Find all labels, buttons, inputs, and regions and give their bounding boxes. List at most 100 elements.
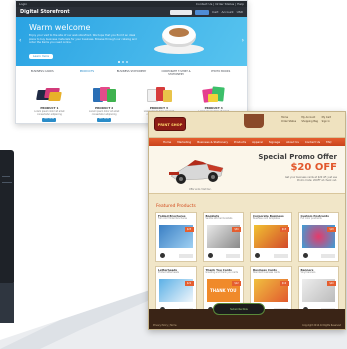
header-link[interactable]: Home [281, 116, 300, 119]
nav-link-currency[interactable]: USD [237, 10, 243, 14]
newsletter-label: Subscribe Now [230, 308, 248, 311]
details-button[interactable] [273, 254, 288, 258]
side-device-line [2, 176, 10, 177]
tab-products[interactable]: PRODUCTS [69, 70, 105, 76]
menu-item[interactable]: Marketing [177, 140, 191, 144]
shop-header: PRINT SHOP Home My Account My Cart Order… [149, 112, 345, 138]
card-desc: Saddle stitched booklets [205, 217, 233, 220]
storefront-screen: Login Contact Us | Order Status | Help D… [15, 0, 248, 124]
print-shop-screen: PRINT SHOP Home My Account My Cart Order… [148, 111, 346, 330]
buy-now-button[interactable]: BUY NOW [97, 118, 112, 122]
promo-text: Get your business cards at $20 off, just… [284, 176, 337, 182]
card-desc: Full color postcards [300, 217, 322, 220]
newsletter-button[interactable]: Subscribe Now [213, 303, 265, 315]
card-price: $30 [232, 227, 241, 232]
hero-text: Enjoy your visit to the site of our web … [29, 34, 137, 45]
product-image [200, 84, 228, 104]
cart-icon[interactable] [302, 253, 308, 258]
utility-links[interactable]: Contact Us | Order Status | Help [196, 2, 244, 6]
slider-dots [118, 61, 128, 63]
brand-logo[interactable]: Digital Storefront [20, 9, 70, 15]
product-card[interactable]: Booklets Saddle stitched booklets $30 [202, 212, 244, 262]
product-card[interactable]: PRODUCT 2 Lorem ipsum dolor sit amet con… [87, 84, 121, 122]
product-card[interactable]: PRODUCT 1 Lorem ipsum dolor sit amet con… [32, 84, 66, 122]
menu-item[interactable]: Signage [269, 140, 280, 144]
header-link[interactable]: Sign In [322, 120, 341, 123]
menu-item[interactable]: Home [163, 140, 171, 144]
product-grid: Folded Brochures Full color folded broch… [155, 212, 339, 316]
card-desc: Standard business cards [253, 271, 280, 274]
side-device-panel [0, 283, 14, 323]
promo-banner: Special Promo Offer $20 OFF Get your bus… [149, 146, 345, 194]
product-card[interactable]: Corporate Business Business card templat… [250, 212, 292, 262]
tab-business-cards[interactable]: BUSINESS CARDS [24, 70, 60, 76]
login-link[interactable]: Login [19, 2, 27, 6]
category-tabs: BUSINESS CARDS PRODUCTS BUSINESS STATION… [16, 66, 247, 76]
menu-item[interactable]: Business & Stationery [197, 140, 228, 144]
card-price: $40 [327, 281, 336, 286]
promo-discount: $20 OFF [290, 162, 337, 173]
nav-link-cart[interactable]: Cart [212, 10, 218, 14]
card-desc: Greeting and thank you cards [205, 271, 239, 274]
hero-cta-button[interactable]: Learn more [29, 54, 53, 59]
cart-icon[interactable] [255, 253, 260, 258]
main-nav: Digital Storefront Cart Account USD [16, 7, 247, 17]
search-input[interactable] [170, 9, 193, 15]
card-desc: Full color folded brochures [158, 217, 187, 220]
promo-footnote: Offer ends 31st Dec. [189, 188, 212, 191]
product-image [145, 84, 173, 104]
product-card[interactable]: Custom Postcards Full color postcards $1… [297, 212, 339, 262]
card-price: $25 [184, 227, 194, 232]
slider-dot[interactable] [126, 61, 128, 63]
logo-text: PRINT SHOP [157, 123, 183, 127]
product-shape [162, 90, 172, 102]
menu-item[interactable]: Apparel [252, 140, 263, 144]
details-button[interactable] [226, 254, 240, 258]
nav-link-account[interactable]: Account [221, 10, 233, 14]
header-ribbon [244, 114, 264, 128]
slider-dot[interactable] [118, 61, 120, 63]
product-card[interactable]: Folded Brochures Full color folded broch… [155, 212, 197, 262]
shop-logo[interactable]: PRINT SHOP [154, 117, 186, 131]
shop-footer: Subscribe Now Privacy Policy | Terms Cop… [149, 303, 345, 329]
menu-item[interactable]: Contact Us [305, 140, 320, 144]
side-device-edge [0, 150, 14, 285]
buy-now-button[interactable]: BUY NOW [42, 118, 57, 122]
hero-banner: ‹ Warm welcome Enjoy your visit to the s… [16, 17, 247, 66]
cart-icon[interactable] [160, 253, 165, 258]
featured-title: Featured Products [156, 204, 196, 209]
card-price: $22 [184, 281, 194, 286]
footer-copyright: Copyright 2014 All Rights Reserved [302, 324, 341, 327]
card-price: $12 [232, 281, 241, 286]
product-shape [107, 89, 117, 102]
card-desc: Printed letterheads [158, 271, 179, 274]
cart-icon[interactable] [207, 253, 213, 258]
product-shape [48, 92, 63, 101]
header-link[interactable]: My Cart [322, 116, 341, 119]
product-shape [207, 94, 218, 102]
tab-photo-books[interactable]: PHOTO BOOKS [203, 70, 239, 76]
slider-prev-icon[interactable]: ‹ [19, 37, 21, 44]
slider-next-icon[interactable]: › [242, 37, 244, 44]
details-button[interactable] [321, 254, 335, 258]
footer-links[interactable]: Privacy Policy | Terms [153, 324, 176, 327]
product-image [35, 84, 63, 104]
card-price: $10 [279, 281, 289, 286]
tab-corporate-tshirt[interactable]: CORPORATE T-SHIRT & STATIONERY [158, 70, 194, 76]
search-button[interactable] [195, 9, 210, 15]
card-desc: Business card templates [253, 217, 280, 220]
slider-dot[interactable] [122, 61, 124, 63]
menu-item[interactable]: About Us [286, 140, 299, 144]
header-links: Home My Account My Cart Order Status Sho… [281, 116, 341, 123]
menu-item[interactable]: Products [234, 140, 246, 144]
card-desc: Vinyl banners [300, 271, 316, 274]
hero-title: Warm welcome [29, 23, 91, 32]
header-link[interactable]: Shopping Bag [301, 120, 320, 123]
header-link[interactable]: Order Status [281, 120, 300, 123]
header-link[interactable]: My Account [301, 116, 320, 119]
tab-business-stationery[interactable]: BUSINESS STATIONERY [113, 70, 149, 76]
coffee-image [169, 28, 189, 37]
details-button[interactable] [178, 254, 193, 258]
menu-item[interactable]: FAQ [326, 140, 331, 144]
shop-menu: Home Marketing Business & Stationery Pro… [149, 138, 345, 146]
